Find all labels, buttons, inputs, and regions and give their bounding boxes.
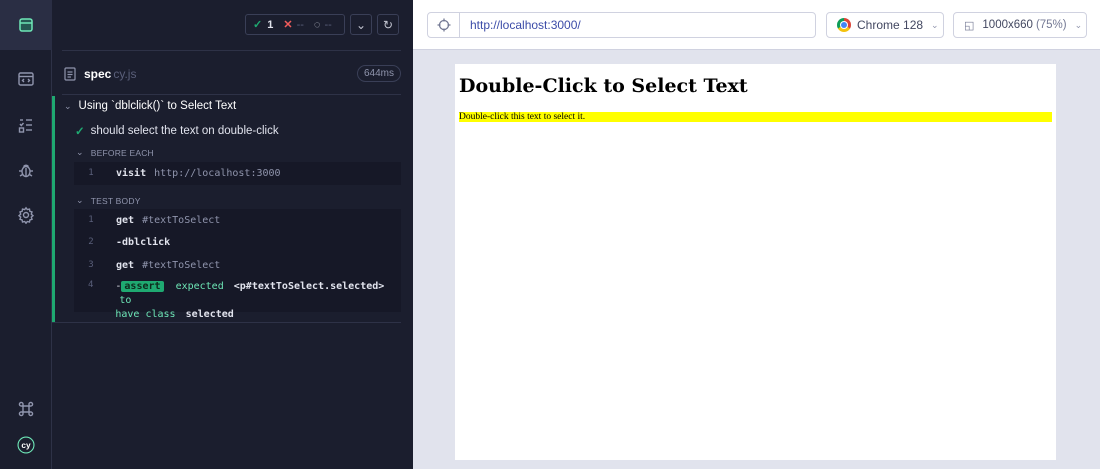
command-row[interactable]: 1 get #textToSelect bbox=[74, 209, 401, 231]
command-name: -dblclick bbox=[116, 236, 171, 248]
document-icon bbox=[64, 67, 76, 81]
passed-check-icon: ✓ bbox=[75, 126, 85, 138]
assert-expected: expected bbox=[175, 281, 224, 292]
spec-duration: 644ms bbox=[356, 65, 401, 82]
before-each-commands: 1 visit http://localhost:3000 bbox=[74, 162, 401, 185]
command-icon bbox=[18, 401, 34, 417]
failed-count: -- bbox=[296, 18, 304, 31]
command-message: http://localhost:3000 bbox=[154, 167, 281, 179]
command-number: 4 bbox=[87, 280, 94, 290]
command-row[interactable]: 2 -dblclick bbox=[74, 231, 401, 253]
tests-nav-button[interactable] bbox=[0, 110, 52, 140]
command-number: 2 bbox=[88, 237, 94, 247]
browser-toolbar: http://localhost:3000/ Chrome 128 ⌄ ◱ 10… bbox=[413, 0, 1100, 50]
before-each-header[interactable]: ⌄ BEFORE EACH bbox=[76, 147, 154, 158]
assert-command-row[interactable]: 4 - assert expected <p#textToSelect.selec… bbox=[74, 277, 401, 320]
browser-name: Chrome 128 bbox=[857, 18, 924, 32]
suite-title[interactable]: ⌄ Using `dblclick()` to Select Text bbox=[64, 100, 236, 112]
selectable-text[interactable]: Double-click this text to select it. bbox=[459, 112, 1052, 122]
command-message: #textToSelect bbox=[142, 214, 221, 226]
suite-status-bar bbox=[52, 96, 55, 322]
keyboard-shortcuts-button[interactable] bbox=[0, 394, 52, 424]
url-text: http://localhost:3000/ bbox=[470, 18, 581, 32]
gear-icon bbox=[17, 206, 35, 224]
browser-area: http://localhost:3000/ Chrome 128 ⌄ ◱ 10… bbox=[413, 0, 1100, 469]
assert-to: to bbox=[119, 295, 132, 306]
divider bbox=[52, 322, 401, 323]
assert-have-class: have class bbox=[115, 309, 176, 320]
url-bar[interactable]: http://localhost:3000/ bbox=[427, 12, 816, 38]
passed-check-icon: ✓ bbox=[253, 19, 263, 31]
specs-nav-button[interactable] bbox=[0, 0, 52, 50]
command-message: #textToSelect bbox=[142, 259, 221, 271]
list-check-icon bbox=[18, 119, 32, 133]
chrome-icon bbox=[837, 18, 851, 32]
chevron-down-icon: ⌄ bbox=[76, 147, 84, 157]
chevron-down-icon: ⌄ bbox=[76, 195, 84, 205]
test-body-label: TEST BODY bbox=[90, 195, 141, 206]
suite-title-text: Using `dblclick()` to Select Text bbox=[78, 100, 237, 112]
viewport-icon: ◱ bbox=[964, 19, 975, 32]
viewport-size: 1000x660 bbox=[982, 19, 1033, 31]
assert-value: selected bbox=[185, 309, 234, 320]
assert-subject: <p#textToSelect.selected> bbox=[233, 281, 385, 292]
command-number: 1 bbox=[88, 215, 94, 225]
pending-circle-icon: ◌ bbox=[313, 18, 321, 31]
command-row[interactable]: 3 get #textToSelect bbox=[74, 254, 401, 276]
expand-collapse-button[interactable]: ⌄ bbox=[350, 14, 372, 35]
test-stats[interactable]: ✓ 1 ✕ -- ◌ -- bbox=[245, 14, 345, 35]
command-number: 1 bbox=[88, 168, 94, 178]
pending-count: -- bbox=[324, 18, 332, 31]
chevron-down-icon: ⌄ bbox=[64, 100, 72, 111]
chevron-down-icon: ⌄ bbox=[1074, 19, 1083, 30]
cypress-logo-button[interactable]: cy bbox=[0, 430, 52, 460]
spec-header: spec cy.js 644ms bbox=[64, 65, 401, 82]
command-number: 3 bbox=[88, 260, 94, 270]
test-body-header[interactable]: ⌄ TEST BODY bbox=[76, 195, 141, 206]
divider bbox=[62, 94, 401, 95]
failed-x-icon: ✕ bbox=[283, 19, 293, 31]
chevron-down-icon: ⌄ bbox=[355, 17, 367, 32]
spec-extension: cy.js bbox=[113, 67, 137, 81]
cypress-logo-text: cy bbox=[21, 440, 31, 450]
test-title-text: should select the text on double-click bbox=[90, 125, 279, 137]
assert-tag: assert bbox=[121, 281, 164, 292]
command-name: get bbox=[116, 259, 135, 271]
rerun-button[interactable]: ↻ bbox=[377, 14, 399, 35]
viewport-selector[interactable]: ◱ 1000x660 (75%) ⌄ bbox=[953, 12, 1087, 38]
page-heading: Double-Click to Select Text bbox=[459, 75, 748, 97]
debug-nav-button[interactable] bbox=[0, 155, 52, 185]
side-nav: cy bbox=[0, 0, 52, 469]
browser-selector[interactable]: Chrome 128 ⌄ bbox=[826, 12, 944, 38]
test-title[interactable]: ✓ should select the text on double-click bbox=[75, 124, 279, 138]
selector-playground-button[interactable] bbox=[428, 13, 460, 37]
runs-nav-button[interactable] bbox=[0, 64, 52, 94]
viewport-scale: (75%) bbox=[1035, 19, 1067, 31]
specs-icon bbox=[19, 18, 33, 32]
app-under-test-frame: Double-Click to Select Text Double-click… bbox=[455, 64, 1056, 460]
before-each-label: BEFORE EACH bbox=[90, 147, 154, 158]
test-body-commands: 1 get #textToSelect 2 -dblclick 3 get #t… bbox=[74, 209, 401, 320]
divider bbox=[62, 50, 401, 51]
command-name: visit bbox=[116, 167, 147, 179]
settings-nav-button[interactable] bbox=[0, 200, 52, 230]
crosshair-icon bbox=[437, 18, 450, 32]
refresh-icon: ↻ bbox=[382, 17, 394, 32]
runs-icon bbox=[18, 72, 34, 86]
command-name: get bbox=[116, 214, 135, 226]
spec-name: spec bbox=[84, 67, 112, 81]
bug-icon bbox=[19, 164, 33, 178]
chevron-down-icon: ⌄ bbox=[931, 19, 939, 30]
reporter-panel: ✓ 1 ✕ -- ◌ -- ⌄ ↻ spec cy.js 644ms ⌄ Usi… bbox=[52, 0, 413, 469]
passed-count: 1 bbox=[267, 18, 274, 31]
cypress-logo-icon: cy bbox=[17, 436, 35, 454]
command-row[interactable]: 1 visit http://localhost:3000 bbox=[74, 162, 401, 184]
